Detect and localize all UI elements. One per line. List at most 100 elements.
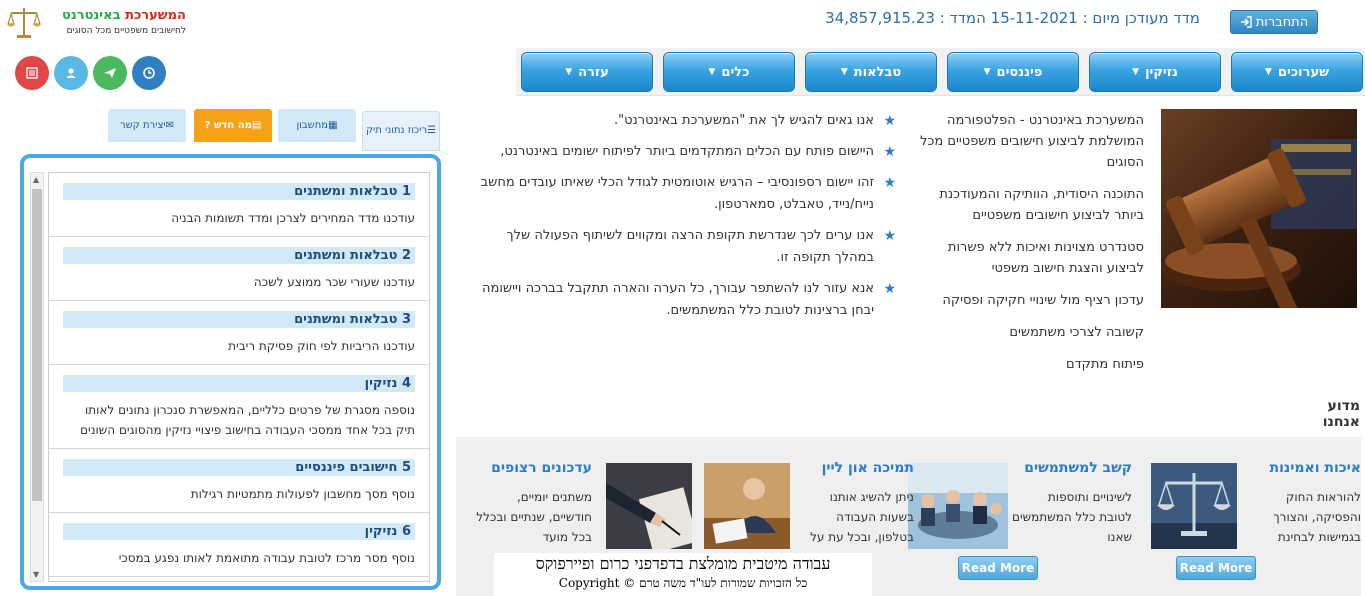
nav-item-finance[interactable]: פיננסים ▼ bbox=[947, 52, 1079, 92]
updates-list: 1 טבלאות ומשתנים עודכנו מדד המחירים לצרכ… bbox=[48, 172, 430, 582]
user-round-button[interactable] bbox=[54, 56, 88, 90]
feature-title: איכות ואמינות bbox=[1269, 460, 1361, 476]
intro-paragraph: המשערכת באינטרנט - הפלטפורמה המושלמת לבי… bbox=[920, 113, 1144, 170]
update-number: 4 bbox=[401, 376, 411, 391]
clock-icon bbox=[143, 67, 155, 79]
update-text: עודכנו מדד המחירים לצרכן ומדד תשומות הבנ… bbox=[171, 211, 415, 225]
nav-item-help[interactable]: עזרה ▼ bbox=[521, 52, 653, 92]
send-icon bbox=[104, 68, 116, 78]
logo-subtitle: לחישובים משפטיים מכל הסוגים bbox=[66, 26, 186, 36]
update-category: טבלאות ומשתנים bbox=[294, 312, 398, 327]
browser-recommendation-note: עבודה מיטבית מומלצת בדפדפני כרום ופיירפו… bbox=[494, 553, 872, 596]
intro-paragraph: התוכנה היסודית, הוותיקה והמעודכנת ביותר … bbox=[939, 187, 1144, 223]
nav-label: פיננסים bbox=[996, 64, 1043, 80]
read-more-button[interactable]: Read More bbox=[1176, 556, 1256, 580]
nav-label: נזיקין bbox=[1145, 64, 1178, 80]
feature-text: משתנים יומיים, חודשיים, שנתיים ובכלל בכל… bbox=[476, 490, 592, 544]
nav-item-torts[interactable]: נזיקין ▼ bbox=[1089, 52, 1221, 92]
update-number: 6 bbox=[401, 524, 411, 539]
update-number: 5 bbox=[401, 460, 411, 475]
nav-label: עזרה bbox=[578, 64, 609, 80]
nav-item-tools[interactable]: כלים ▼ bbox=[663, 52, 795, 92]
tab-label: מה חדש ? bbox=[204, 119, 252, 131]
login-button[interactable]: התחברות bbox=[1230, 10, 1318, 34]
nav-label: שערוכים bbox=[1277, 64, 1329, 80]
feature-title: עדכונים רצופים bbox=[491, 460, 592, 476]
feature-image bbox=[704, 463, 790, 549]
scrollbar-thumb[interactable] bbox=[32, 189, 42, 501]
feature-text: ניתן להשיג אותנו בשעות העבודה בטלפון, וב… bbox=[810, 490, 914, 544]
update-number: 2 bbox=[401, 248, 411, 263]
bullet-item: ★ זהו יישום רספונסיבי – הרגיש אוטומטית לג… bbox=[478, 172, 896, 216]
send-round-button[interactable] bbox=[93, 56, 127, 90]
feature-text: להוראות החוק והפסיקה, והצורך בגמישות לבח… bbox=[1273, 490, 1361, 544]
caret-down-icon: ▼ bbox=[983, 67, 991, 77]
feature-title: תמיכה און ליין bbox=[821, 460, 914, 476]
bullet-item: ★ אנו גאים להגיש לך את "המשערכת באינטרנט"… bbox=[478, 110, 896, 132]
caret-down-icon: ▼ bbox=[708, 67, 716, 77]
update-text: נוסף מסר מרכז לטובת עבודה מתואמת לאותו נ… bbox=[118, 551, 415, 565]
site-logo[interactable]: המשערכת באינטרנט לחישובים משפטיים מכל הס… bbox=[6, 4, 196, 42]
logo-title-red: המשערכת bbox=[125, 8, 186, 23]
list-item: 1 טבלאות ומשתנים עודכנו מדד המחירים לצרכ… bbox=[49, 173, 429, 237]
bullet-text: אנא עזור לנו להשתפר עבורך, כל הערה והארה… bbox=[482, 281, 874, 318]
copyright-text: כל הזכויות שמורות לעו"ד משה טרם © Copyri… bbox=[558, 576, 808, 590]
gavel-illustration bbox=[1161, 109, 1357, 308]
feature-image bbox=[1151, 463, 1237, 549]
news-icon: ▤ bbox=[251, 119, 262, 131]
tab-label: ריכוז נתוני תיק bbox=[365, 125, 428, 136]
read-more-button[interactable]: Read More bbox=[958, 556, 1038, 580]
login-icon bbox=[1240, 16, 1252, 28]
tab-case-summary[interactable]: ☰ ריכוז נתוני תיק bbox=[362, 111, 440, 151]
star-icon: ★ bbox=[883, 281, 896, 297]
bullet-item: ★ אנו ערים לכך שנדרשת תקופת הרצה ומקווים … bbox=[478, 225, 896, 269]
bullet-text: זהו יישום רספונסיבי – הרגיש אוטומטית לגו… bbox=[480, 175, 874, 212]
list-item: 6 נזיקין נוסף מסר מרכז לטובת עבודה מתואמ… bbox=[49, 513, 429, 577]
intro-paragraph: עדכון רציף מול שינויי חקיקה ופסיקה bbox=[942, 293, 1144, 308]
star-icon: ★ bbox=[883, 228, 896, 244]
caret-down-icon: ▼ bbox=[565, 67, 573, 77]
scroll-down-icon[interactable]: ▼ bbox=[33, 570, 39, 579]
update-category: חישובים פיננסיים bbox=[295, 460, 398, 475]
bullet-text: אנו גאים להגיש לך את "המשערכת באינטרנט". bbox=[613, 113, 874, 128]
gavel-image bbox=[1161, 109, 1357, 308]
update-category: נזיקין bbox=[364, 524, 398, 539]
feature-title: קשב למשתמשים bbox=[1024, 460, 1132, 476]
update-category: טבלאות ומשתנים bbox=[294, 184, 398, 199]
update-heading: 5 חישובים פיננסיים bbox=[63, 459, 415, 476]
tab-whats-new[interactable]: ▤ מה חדש ? bbox=[194, 109, 272, 142]
feature-image bbox=[908, 463, 1008, 549]
index-status-text: מדד מעודכן מיום : 15-11-2021 המדד : 34,8… bbox=[825, 9, 1200, 27]
update-text: עודכנו הריביות לפי חוק פסיקת ריבית bbox=[228, 339, 415, 353]
logo-title-green: באינטרנט bbox=[62, 8, 121, 23]
caret-down-icon: ▼ bbox=[1132, 67, 1140, 77]
update-category: טבלאות ומשתנים bbox=[294, 248, 398, 263]
nav-item-tables[interactable]: טבלאות ▼ bbox=[805, 52, 937, 92]
list-icon: ☰ bbox=[427, 125, 437, 136]
intro-paragraph: פיתוח מתקדם bbox=[1065, 357, 1144, 372]
nav-item-appreciation[interactable]: שערוכים ▼ bbox=[1231, 52, 1363, 92]
star-icon: ★ bbox=[883, 113, 896, 129]
intro-bullet-list: ★ אנו גאים להגיש לך את "המשערכת באינטרנט"… bbox=[478, 110, 896, 331]
update-heading: 3 טבלאות ומשתנים bbox=[63, 311, 415, 328]
list-item: 4 נזיקין נוספה מסגרת של פרטים כלליים, המ… bbox=[49, 365, 429, 449]
feature-image bbox=[606, 463, 692, 549]
tab-calculator[interactable]: ▦ מחשבון bbox=[278, 109, 356, 142]
scales-of-justice-icon bbox=[1151, 463, 1237, 549]
list-item: 3 טבלאות ומשתנים עודכנו הריביות לפי חוק … bbox=[49, 301, 429, 365]
updates-scrollbar[interactable]: ▲ ▼ bbox=[30, 172, 44, 582]
list-icon bbox=[26, 67, 38, 79]
why-us-heading: מדוע אנחנו bbox=[1300, 398, 1360, 441]
update-text: נוספה מסגרת של פרטים כלליים, המאפשרת סנכ… bbox=[80, 403, 415, 437]
meeting-photo bbox=[908, 463, 1008, 549]
intro-paragraph: סטנדרט מצוינות ואיכות ללא פשרות לביצוע ו… bbox=[947, 240, 1144, 276]
scroll-up-icon[interactable]: ▲ bbox=[33, 175, 39, 184]
intro-right-column: המשערכת באינטרנט - הפלטפורמה המושלמת לבי… bbox=[918, 110, 1144, 386]
tab-contact[interactable]: ✉ יצירת קשר bbox=[108, 109, 186, 142]
whats-new-panel: ▲ ▼ 1 טבלאות ומשתנים עודכנו מדד המחירים … bbox=[20, 154, 441, 590]
clock-round-button[interactable] bbox=[132, 56, 166, 90]
bullet-text: היישום פותח עם הכלים המתקדמים ביותר לפית… bbox=[500, 144, 874, 159]
logo-title: המשערכת באינטרנט bbox=[46, 8, 186, 23]
list-round-button[interactable] bbox=[15, 56, 49, 90]
feature-text: לשינויים ותוספות לטובת כלל המשתמשים שאנו bbox=[1012, 490, 1132, 544]
